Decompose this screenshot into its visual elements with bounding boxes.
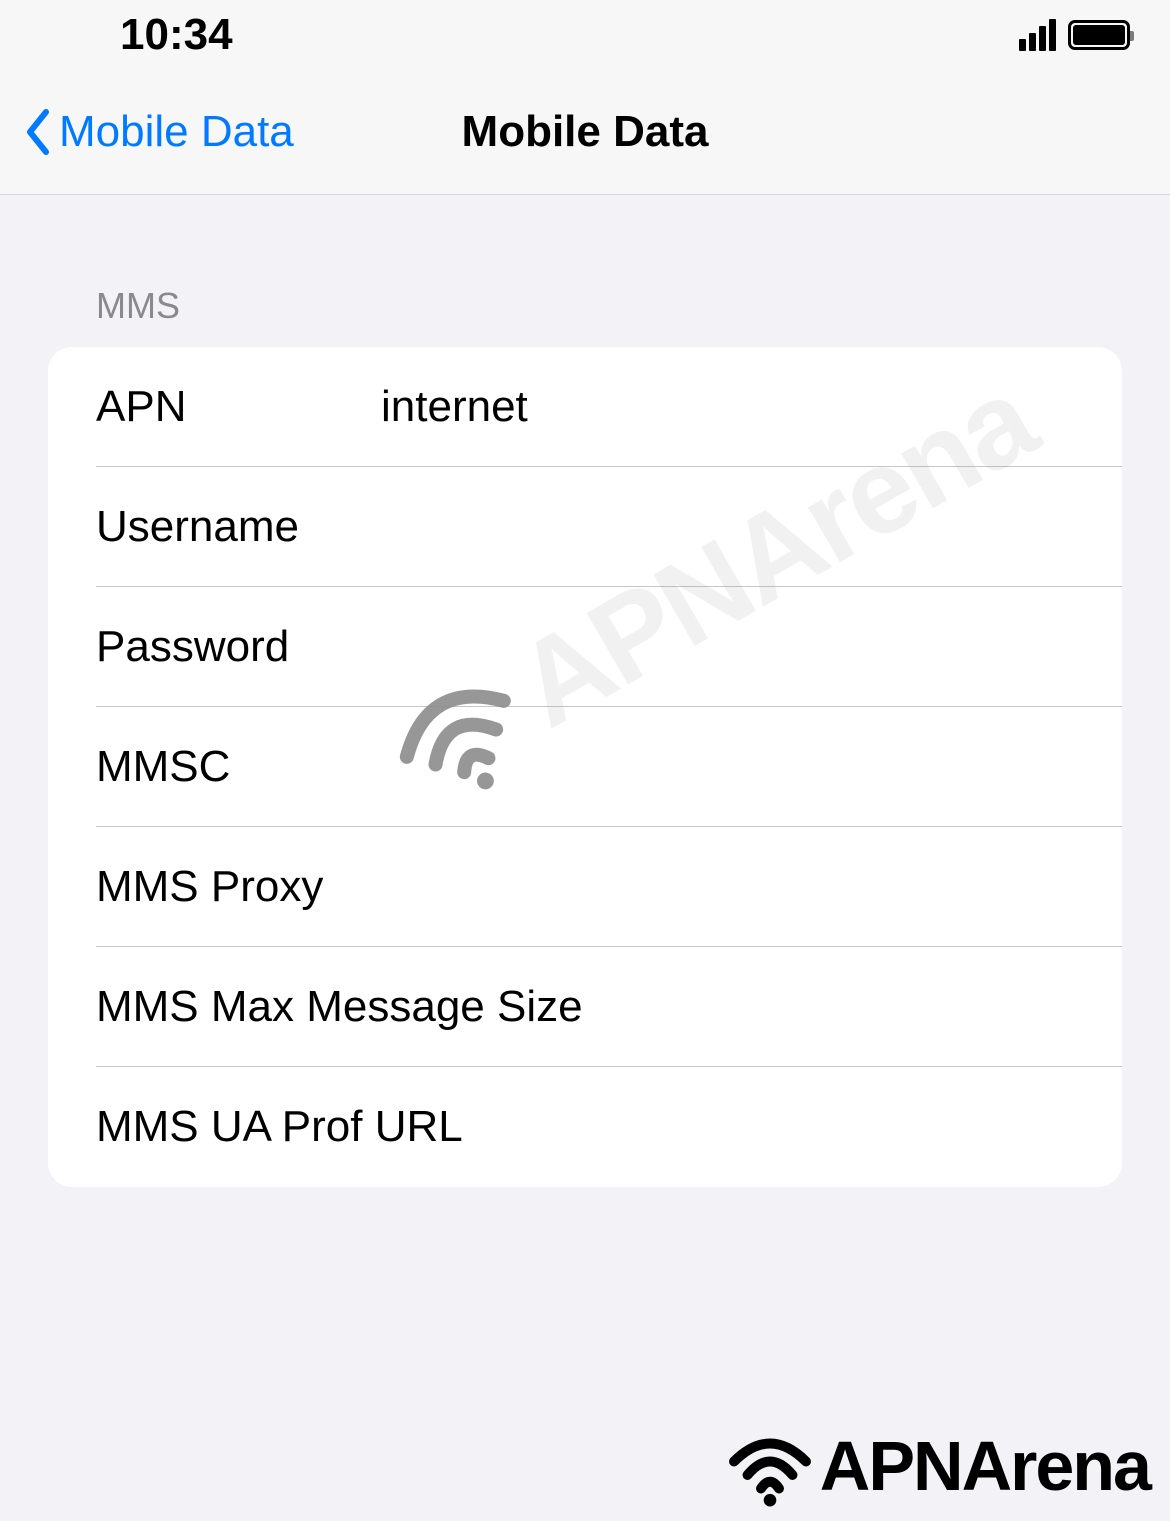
mms-proxy-label: MMS Proxy xyxy=(96,862,585,912)
password-row[interactable]: Password xyxy=(48,587,1122,707)
username-row[interactable]: Username xyxy=(48,467,1122,587)
mms-ua-prof-url-label: MMS UA Prof URL xyxy=(96,1102,585,1152)
mmsc-row[interactable]: MMSC xyxy=(48,707,1122,827)
mms-max-size-label: MMS Max Message Size xyxy=(96,982,585,1032)
content-area: MMS APN internet Username Password MMSC … xyxy=(0,195,1170,1187)
chevron-left-icon xyxy=(24,107,54,157)
mms-proxy-row[interactable]: MMS Proxy xyxy=(48,827,1122,947)
apn-label: APN xyxy=(96,382,381,432)
mms-max-size-row[interactable]: MMS Max Message Size xyxy=(48,947,1122,1067)
cellular-signal-icon xyxy=(1019,19,1056,51)
settings-group-mms: APN internet Username Password MMSC MMS … xyxy=(48,347,1122,1187)
apn-value[interactable]: internet xyxy=(381,382,1122,432)
status-bar: 10:34 xyxy=(0,0,1170,70)
status-bar-time: 10:34 xyxy=(120,10,233,60)
footer-logo-text: APNArena xyxy=(820,1426,1150,1506)
apn-row[interactable]: APN internet xyxy=(48,347,1122,467)
back-button[interactable]: Mobile Data xyxy=(24,107,294,157)
mmsc-label: MMSC xyxy=(96,742,381,792)
footer-logo: APNArena xyxy=(725,1421,1150,1511)
navigation-bar: Mobile Data Mobile Data xyxy=(0,70,1170,195)
wifi-icon xyxy=(725,1421,815,1511)
status-bar-icons xyxy=(1019,19,1130,51)
password-label: Password xyxy=(96,622,381,672)
page-title: Mobile Data xyxy=(462,107,709,157)
username-label: Username xyxy=(96,502,381,552)
battery-icon xyxy=(1068,20,1130,50)
back-button-label: Mobile Data xyxy=(59,107,294,157)
mms-ua-prof-url-row[interactable]: MMS UA Prof URL xyxy=(48,1067,1122,1187)
section-header-mms: MMS xyxy=(48,285,1122,327)
